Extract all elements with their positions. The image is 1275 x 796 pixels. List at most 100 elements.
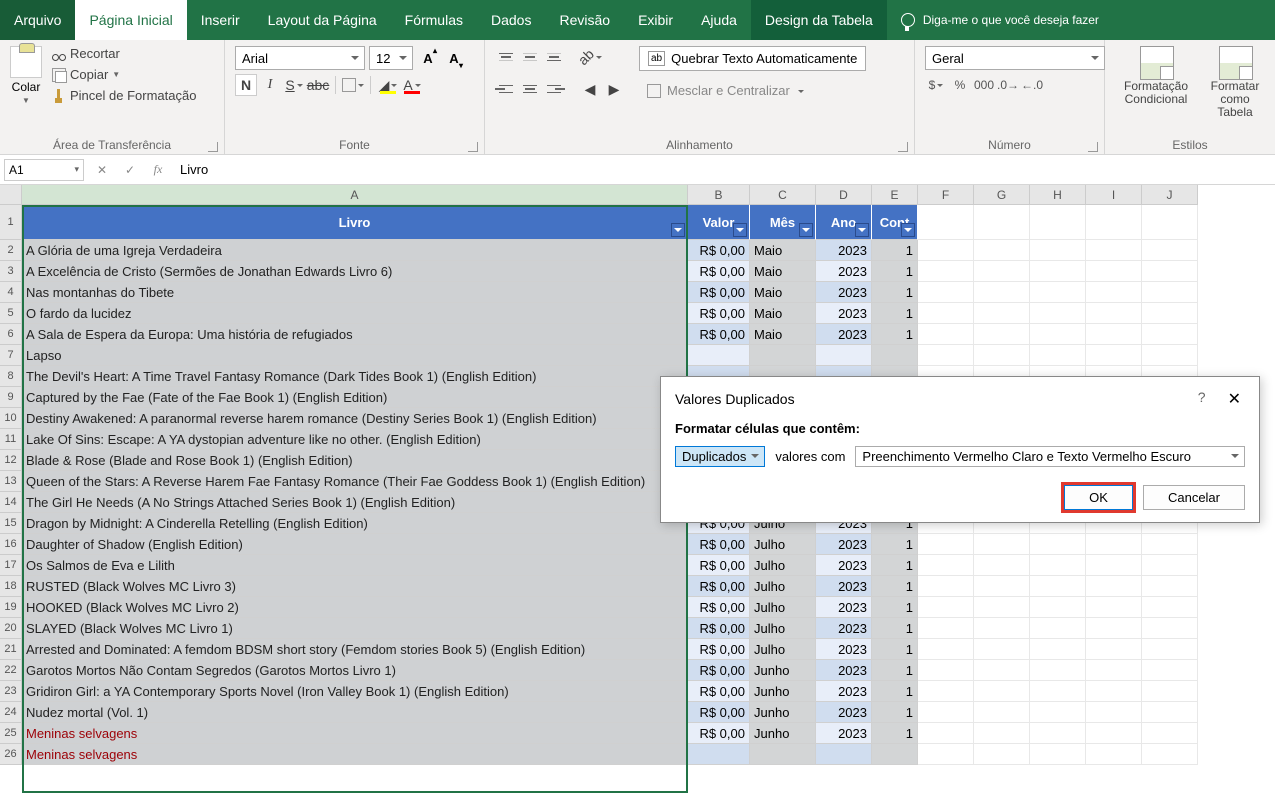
decrease-decimal-button[interactable]: ←.0: [1021, 74, 1043, 96]
empty-cell[interactable]: [1030, 240, 1086, 261]
cell-ano[interactable]: 2023: [816, 618, 872, 639]
cell-ano[interactable]: 2023: [816, 639, 872, 660]
font-size-combo[interactable]: 12: [369, 46, 413, 70]
row-header[interactable]: 15: [0, 513, 22, 534]
cell-livro[interactable]: Nudez mortal (Vol. 1): [22, 702, 688, 723]
empty-cell[interactable]: [918, 282, 974, 303]
dialog-close-button[interactable]: ✕: [1224, 389, 1245, 409]
empty-cell[interactable]: [918, 576, 974, 597]
cell-mes[interactable]: Julho: [750, 534, 816, 555]
col-header-d[interactable]: D: [816, 185, 872, 205]
cell-mes[interactable]: Maio: [750, 240, 816, 261]
fx-button[interactable]: fx: [144, 159, 172, 181]
empty-cell[interactable]: [1086, 555, 1142, 576]
cell-livro[interactable]: Dragon by Midnight: A Cinderella Retelli…: [22, 513, 688, 534]
col-header-i[interactable]: I: [1086, 185, 1142, 205]
cell-livro[interactable]: RUSTED (Black Wolves MC Livro 3): [22, 576, 688, 597]
cell-livro[interactable]: A Excelência de Cristo (Sermões de Jonat…: [22, 261, 688, 282]
empty-cell[interactable]: [1030, 345, 1086, 366]
align-bottom-button[interactable]: [543, 46, 565, 68]
cell-ano[interactable]: 2023: [816, 324, 872, 345]
underline-button[interactable]: S: [283, 74, 305, 96]
tab-inserir[interactable]: Inserir: [187, 0, 254, 40]
decrease-indent-button[interactable]: ◀: [579, 78, 601, 100]
cell-mes[interactable]: Junho: [750, 681, 816, 702]
header-mes[interactable]: Mês: [750, 205, 816, 240]
empty-cell[interactable]: [1030, 555, 1086, 576]
header-cont[interactable]: Cont: [872, 205, 918, 240]
cell-livro[interactable]: Captured by the Fae (Fate of the Fae Boo…: [22, 387, 688, 408]
cell-cont[interactable]: 1: [872, 702, 918, 723]
cell-valor[interactable]: R$ 0,00: [688, 660, 750, 681]
strikethrough-button[interactable]: abc: [307, 74, 329, 96]
bold-button[interactable]: N: [235, 74, 257, 96]
empty-cell[interactable]: [1030, 261, 1086, 282]
cell-livro[interactable]: Queen of the Stars: A Reverse Harem Fae …: [22, 471, 688, 492]
wrap-text-button[interactable]: abQuebrar Texto Automaticamente: [639, 46, 866, 71]
formula-input[interactable]: Livro: [172, 162, 1275, 177]
empty-cell[interactable]: [974, 597, 1030, 618]
empty-cell[interactable]: [974, 534, 1030, 555]
cut-button[interactable]: Recortar: [52, 46, 196, 61]
row-header[interactable]: 26: [0, 744, 22, 765]
empty-cell[interactable]: [1142, 345, 1198, 366]
empty-cell[interactable]: [918, 345, 974, 366]
empty-cell[interactable]: [1030, 681, 1086, 702]
cell-valor[interactable]: R$ 0,00: [688, 555, 750, 576]
cell-cont[interactable]: 1: [872, 576, 918, 597]
empty-cell[interactable]: [974, 702, 1030, 723]
empty-cell[interactable]: [974, 723, 1030, 744]
empty-cell[interactable]: [1086, 618, 1142, 639]
cell-livro[interactable]: HOOKED (Black Wolves MC Livro 2): [22, 597, 688, 618]
cell-valor[interactable]: R$ 0,00: [688, 618, 750, 639]
empty-cell[interactable]: [1086, 303, 1142, 324]
empty-cell[interactable]: [974, 681, 1030, 702]
cell-valor[interactable]: [688, 744, 750, 765]
cell-valor[interactable]: R$ 0,00: [688, 576, 750, 597]
empty-cell[interactable]: [918, 303, 974, 324]
row-header[interactable]: 1: [0, 205, 22, 240]
header-ano[interactable]: Ano: [816, 205, 872, 240]
empty-cell[interactable]: [1142, 681, 1198, 702]
cell-valor[interactable]: R$ 0,00: [688, 324, 750, 345]
cell-livro[interactable]: Garotos Mortos Não Contam Segredos (Garo…: [22, 660, 688, 681]
cell-livro[interactable]: Destiny Awakened: A paranormal reverse h…: [22, 408, 688, 429]
empty-cell[interactable]: [1086, 240, 1142, 261]
cell-cont[interactable]: 1: [872, 723, 918, 744]
cell-mes[interactable]: Julho: [750, 618, 816, 639]
empty-cell[interactable]: [1086, 534, 1142, 555]
align-center-button[interactable]: [519, 78, 541, 100]
cell-valor[interactable]: R$ 0,00: [688, 240, 750, 261]
empty-cell[interactable]: [918, 744, 974, 765]
merge-center-button[interactable]: Mesclar e Centralizar: [639, 79, 866, 102]
empty-cell[interactable]: [1142, 618, 1198, 639]
cell-livro[interactable]: A Sala de Espera da Europa: Uma história…: [22, 324, 688, 345]
tab-design-tabela[interactable]: Design da Tabela: [751, 0, 887, 40]
empty-cell[interactable]: [974, 639, 1030, 660]
cancel-formula-button[interactable]: ✕: [88, 159, 116, 181]
empty-cell[interactable]: [974, 345, 1030, 366]
empty-cell[interactable]: [974, 324, 1030, 345]
cell-ano[interactable]: 2023: [816, 282, 872, 303]
tab-formulas[interactable]: Fórmulas: [391, 0, 477, 40]
col-header-e[interactable]: E: [872, 185, 918, 205]
filter-icon[interactable]: [671, 223, 685, 237]
cell-mes[interactable]: Junho: [750, 660, 816, 681]
col-header-h[interactable]: H: [1030, 185, 1086, 205]
row-header[interactable]: 11: [0, 429, 22, 450]
empty-cell[interactable]: [1086, 660, 1142, 681]
header-valor[interactable]: Valor: [688, 205, 750, 240]
empty-cell[interactable]: [918, 639, 974, 660]
col-header-f[interactable]: F: [918, 185, 974, 205]
empty-cell[interactable]: [1030, 303, 1086, 324]
row-header[interactable]: 14: [0, 492, 22, 513]
empty-cell[interactable]: [1142, 639, 1198, 660]
align-right-button[interactable]: [543, 78, 565, 100]
cell-valor[interactable]: R$ 0,00: [688, 261, 750, 282]
empty-cell[interactable]: [1142, 660, 1198, 681]
row-header[interactable]: 7: [0, 345, 22, 366]
tab-layout[interactable]: Layout da Página: [254, 0, 391, 40]
cell-ano[interactable]: 2023: [816, 597, 872, 618]
cell-ano[interactable]: 2023: [816, 576, 872, 597]
tab-arquivo[interactable]: Arquivo: [0, 0, 75, 40]
